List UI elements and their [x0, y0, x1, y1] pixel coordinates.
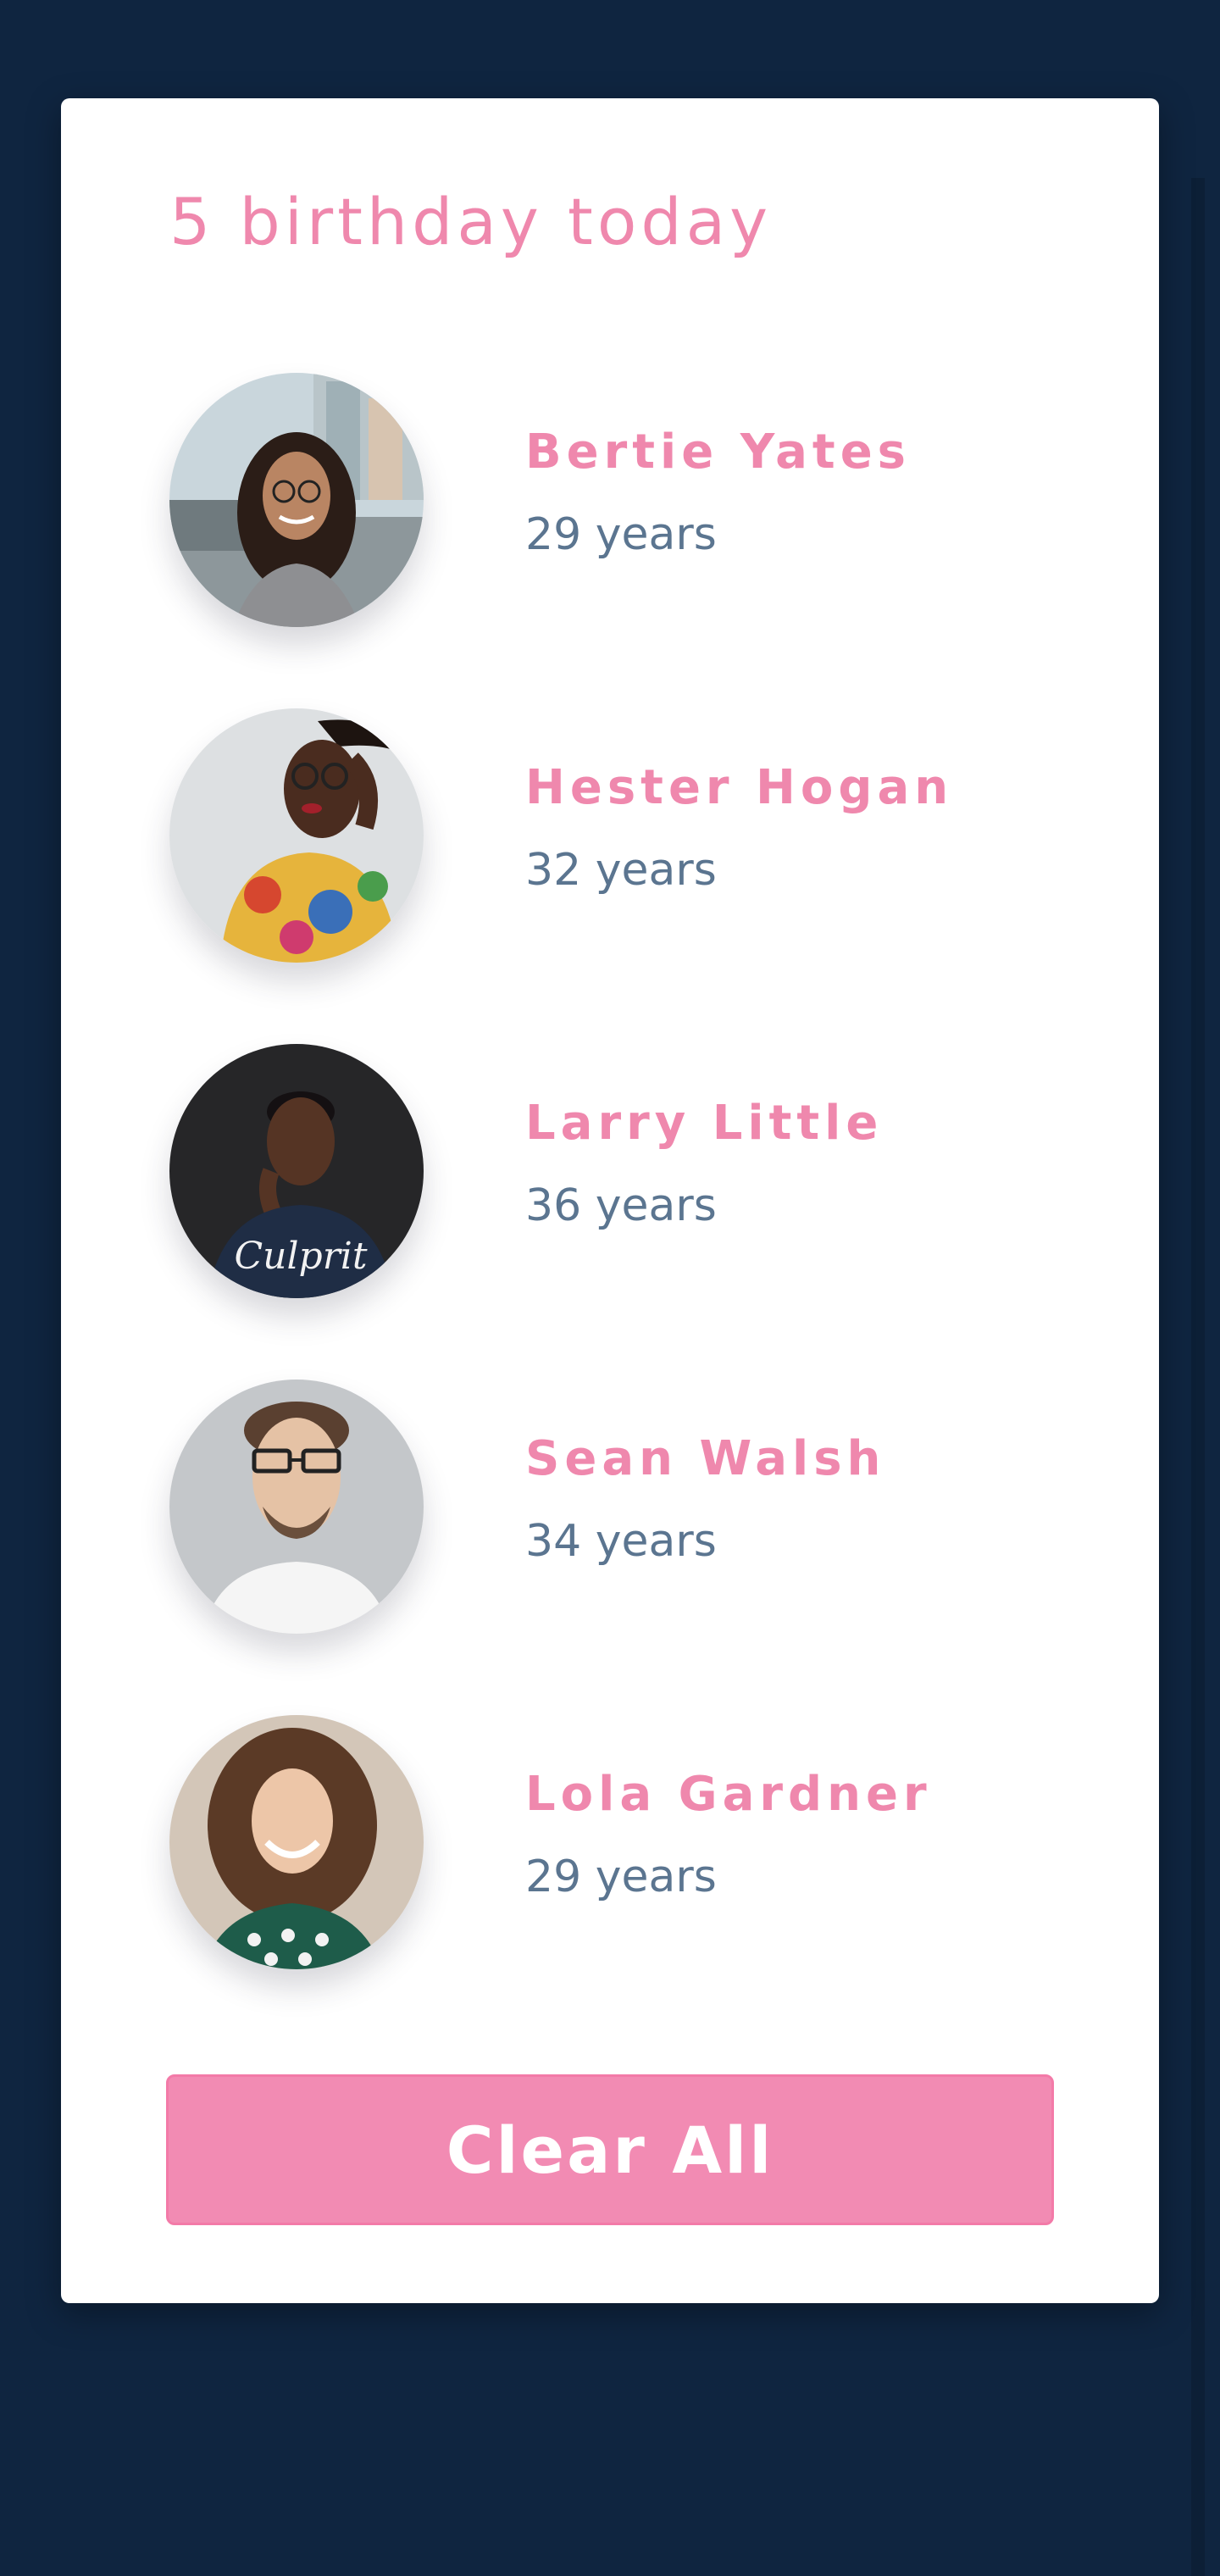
person-name: Sean Walsh — [525, 1431, 886, 1486]
clear-all-button[interactable]: Clear All — [166, 2074, 1054, 2225]
avatar — [169, 373, 424, 627]
svg-text:Culprit: Culprit — [234, 1235, 367, 1278]
person-name: Lola Gardner — [525, 1767, 932, 1822]
list-item: Bertie Yates 29 years — [169, 373, 1051, 627]
avatar — [169, 1380, 424, 1634]
background-panel-edge — [1191, 178, 1205, 2576]
avatar — [169, 708, 424, 963]
list-item: Culprit Larry Little 36 years — [169, 1044, 1051, 1298]
person-name: Larry Little — [525, 1096, 884, 1151]
person-age: 29 years — [525, 509, 717, 560]
list-item: Lola Gardner 29 years — [169, 1715, 1051, 1969]
list-item: Sean Walsh 34 years — [169, 1380, 1051, 1634]
birthday-card: 5 birthday today Bertie Yates 29 years H… — [61, 98, 1159, 2303]
avatar — [169, 1715, 424, 1969]
avatar: Culprit — [169, 1044, 424, 1298]
person-age: 34 years — [525, 1516, 717, 1567]
person-name: Hester Hogan — [525, 760, 954, 815]
person-age: 32 years — [525, 845, 717, 896]
list-item: Hester Hogan 32 years — [169, 708, 1051, 963]
person-name: Bertie Yates — [525, 425, 912, 480]
page-title: 5 birthday today — [169, 184, 773, 259]
person-age: 36 years — [525, 1180, 717, 1231]
person-age: 29 years — [525, 1852, 717, 1902]
